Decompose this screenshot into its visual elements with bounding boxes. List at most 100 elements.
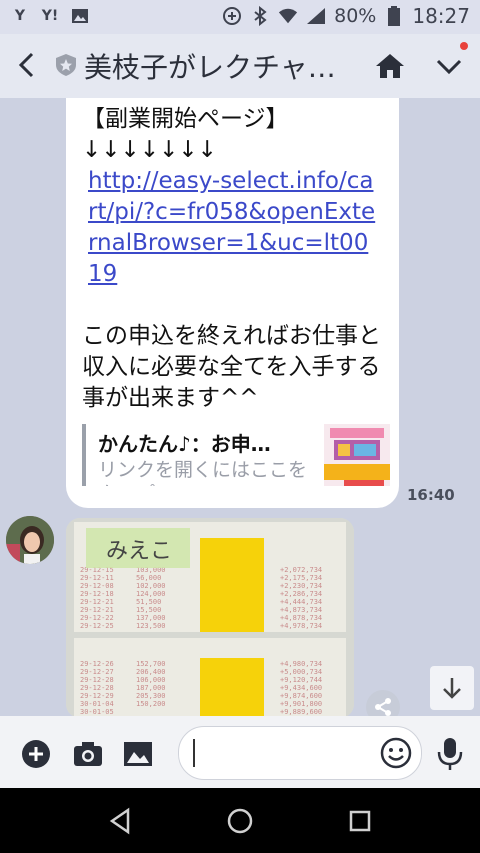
ledger-date: 30-01-05 bbox=[80, 708, 114, 716]
home-icon bbox=[376, 54, 404, 78]
microphone-icon bbox=[437, 738, 463, 770]
message-bubble[interactable]: 【副業開始ページ】 ↓↓↓↓↓↓↓ http://easy-select.inf… bbox=[66, 98, 399, 508]
ledger-amount: 187,000 bbox=[136, 684, 166, 692]
chevron-down-icon bbox=[436, 59, 462, 75]
bankbook-photo: 29-12-15 103,000 +2,072,73429-12-11 56,000 +… bbox=[66, 518, 354, 718]
message-link[interactable]: http://easy-select.info/cart/pi/?c=fr058… bbox=[88, 168, 375, 287]
ledger-date: 29-12-21 bbox=[80, 598, 114, 606]
ledger-date: 29-12-22 bbox=[80, 614, 114, 622]
back-triangle-icon bbox=[109, 807, 130, 835]
ledger-amount: 137,000 bbox=[136, 614, 166, 622]
status-bar: Y Y! 80% 18:27 bbox=[0, 0, 480, 34]
ledger-amount: 51,500 bbox=[136, 598, 161, 606]
yahoo-icon: Y! bbox=[41, 8, 59, 24]
text-cursor bbox=[193, 739, 195, 767]
image-icon bbox=[70, 6, 90, 26]
ledger-balance: +4,978,734 bbox=[280, 622, 322, 630]
home-button[interactable] bbox=[374, 50, 406, 82]
status-left-icons: Y Y! bbox=[10, 6, 90, 26]
ledger-balance: +2,286,734 bbox=[280, 590, 322, 598]
ledger-date: 29-12-18 bbox=[80, 590, 114, 598]
ledger-amount: 123,500 bbox=[136, 622, 166, 630]
emoji-icon bbox=[380, 737, 412, 769]
ledger-balance: +4,444,734 bbox=[280, 598, 322, 606]
gallery-button[interactable] bbox=[122, 738, 154, 770]
sender-avatar[interactable] bbox=[6, 516, 54, 564]
scroll-to-bottom-button[interactable] bbox=[430, 666, 474, 710]
redaction-highlight bbox=[200, 658, 264, 718]
message-text: 【副業開始ページ】 ↓↓↓↓↓↓↓ http://easy-select.inf… bbox=[82, 104, 382, 414]
chevron-left-icon bbox=[18, 52, 34, 78]
ledger-balance: +5,000,734 bbox=[280, 668, 322, 676]
ledger-date: 29-12-27 bbox=[80, 668, 114, 676]
nav-back-button[interactable] bbox=[106, 806, 136, 836]
ledger-amount: 56,000 bbox=[136, 574, 161, 582]
gallery-icon bbox=[124, 742, 152, 766]
message-heading: 【副業開始ページ】 bbox=[82, 106, 289, 132]
ledger-balance: +4,873,734 bbox=[280, 606, 322, 614]
message-input-bar bbox=[0, 716, 480, 788]
sticky-note-label: みえこ bbox=[106, 539, 172, 564]
ledger-balance: +9,889,600 bbox=[280, 708, 322, 716]
add-button[interactable] bbox=[20, 738, 52, 770]
link-preview-thumbnail bbox=[324, 424, 390, 486]
ledger-amount: 152,700 bbox=[136, 660, 166, 668]
ledger-balance: +4,980,734 bbox=[280, 660, 322, 668]
ledger-date: 29-12-28 bbox=[80, 684, 114, 692]
menu-toggle-button[interactable] bbox=[432, 52, 466, 80]
camera-icon bbox=[74, 742, 102, 766]
recents-square-icon bbox=[349, 810, 371, 832]
ledger-amount: 15,500 bbox=[136, 606, 161, 614]
link-preview[interactable]: かんたん♪：お申… リンクを開くにはここをタップ bbox=[82, 424, 391, 486]
system-nav-bar bbox=[0, 788, 480, 853]
ledger-balance: +2,230,734 bbox=[280, 582, 322, 590]
battery-icon bbox=[384, 6, 404, 26]
back-button[interactable] bbox=[12, 48, 42, 82]
ledger-amount: 206,400 bbox=[136, 668, 166, 676]
arrow-down-icon bbox=[443, 678, 461, 699]
bluetooth-icon bbox=[250, 6, 270, 26]
wifi-icon bbox=[278, 6, 298, 26]
ledger-date: 29-12-28 bbox=[80, 676, 114, 684]
nav-recents-button[interactable] bbox=[345, 806, 375, 836]
message-text-field[interactable] bbox=[178, 726, 422, 780]
voice-button[interactable] bbox=[434, 736, 466, 770]
home-circle-icon bbox=[227, 808, 253, 834]
ledger-balance: +9,434,600 bbox=[280, 684, 322, 692]
message-body: この申込を終えればお仕事と収入に必要な全てを入手する事が出来ます^^ bbox=[82, 323, 381, 411]
message-link-wrap: http://easy-select.info/cart/pi/?c=fr058… bbox=[82, 166, 382, 290]
ledger-balance: +4,878,734 bbox=[280, 614, 322, 622]
data-saver-icon bbox=[222, 6, 242, 26]
clock: 18:27 bbox=[412, 4, 470, 28]
ledger-balance: +2,175,734 bbox=[280, 574, 322, 582]
ledger-date: 29-12-11 bbox=[80, 574, 114, 582]
image-message[interactable]: 29-12-15 103,000 +2,072,734 29-12-11 56,000 +… bbox=[66, 518, 354, 718]
ledger-amount: 205,300 bbox=[136, 692, 166, 700]
message-timestamp: 16:40 bbox=[407, 486, 455, 504]
chat-title: 美枝子がレクチャ… bbox=[84, 51, 336, 84]
redaction-highlight bbox=[200, 538, 264, 632]
ledger-balance: +9,120,744 bbox=[280, 676, 322, 684]
plus-icon bbox=[22, 740, 50, 768]
emoji-button[interactable] bbox=[379, 736, 413, 770]
ledger-date: 29-12-29 bbox=[80, 692, 114, 700]
ledger-date: 29-12-08 bbox=[80, 582, 114, 590]
link-preview-title: かんたん♪：お申… bbox=[98, 432, 271, 456]
message-arrows: ↓↓↓↓↓↓↓ bbox=[82, 137, 217, 163]
ledger-date: 29-12-21 bbox=[80, 606, 114, 614]
camera-button[interactable] bbox=[72, 738, 104, 770]
chat-header: 美枝子がレクチャ… bbox=[0, 34, 480, 98]
ledger-balance: +2,072,734 bbox=[280, 566, 322, 574]
ledger-amount: 106,000 bbox=[136, 676, 166, 684]
ledger-amount: 150,200 bbox=[136, 700, 166, 708]
notification-dot bbox=[460, 42, 468, 50]
ledger-date: 29-12-26 bbox=[80, 660, 114, 668]
yahoo-japan-icon: Y bbox=[14, 8, 26, 24]
signal-icon bbox=[306, 6, 326, 26]
ledger-date: 29-12-25 bbox=[80, 622, 114, 630]
ledger-date: 30-01-04 bbox=[80, 700, 114, 708]
ledger-amount: 102,000 bbox=[136, 582, 166, 590]
ledger-balance: +9,901,800 bbox=[280, 700, 322, 708]
ledger-balance: +9,874,600 bbox=[280, 692, 322, 700]
nav-home-button[interactable] bbox=[225, 806, 255, 836]
